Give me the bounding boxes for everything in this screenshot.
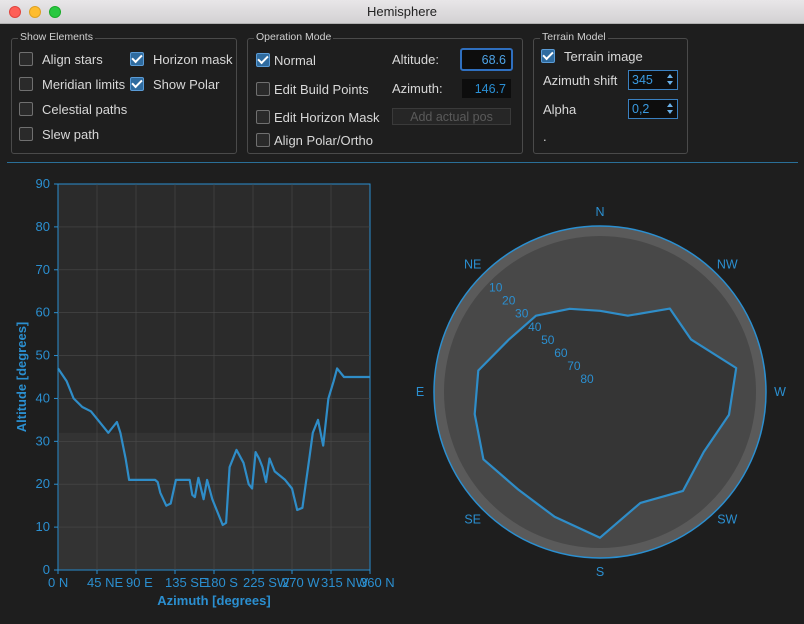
compass-label: SE xyxy=(464,512,481,526)
terrain-model-title: Terrain Model xyxy=(540,31,608,43)
align-stars-label: Align stars xyxy=(42,51,103,67)
y-tick-label: 40 xyxy=(36,390,50,405)
edit-build-points-checkbox[interactable]: Edit Build Points xyxy=(256,80,369,98)
slew-path-checkbox[interactable]: Slew path xyxy=(19,125,99,143)
azimuth-shift-spinbox[interactable]: 345 xyxy=(628,70,678,90)
terrain-image-checkbox[interactable]: Terrain image xyxy=(541,47,643,65)
show-polar-checkbox[interactable]: Show Polar xyxy=(130,75,219,93)
compass-label: E xyxy=(416,385,424,399)
edit-horizon-mask-label: Edit Horizon Mask xyxy=(274,109,380,125)
section-divider xyxy=(7,162,798,163)
y-tick-label: 20 xyxy=(36,476,50,491)
terrain-dot-label: . xyxy=(543,129,547,144)
x-tick-label: 180 S xyxy=(204,575,238,590)
x-tick-label: 135 SE xyxy=(165,575,208,590)
align-stars-checkbox[interactable]: Align stars xyxy=(19,50,103,68)
azimuth-shift-value: 345 xyxy=(632,73,653,87)
altitude-ring-label: 80 xyxy=(580,372,594,386)
normal-mode-label: Normal xyxy=(274,52,316,68)
altitude-ring-label: 40 xyxy=(528,320,542,334)
window-titlebar: Hemisphere xyxy=(0,0,804,24)
x-axis-label: Azimuth [degrees] xyxy=(157,593,270,608)
azimuth-shift-stepper[interactable] xyxy=(665,72,676,88)
altitude-ring-label: 10 xyxy=(489,281,503,295)
align-stars-box[interactable] xyxy=(19,52,33,66)
chevron-up-icon[interactable] xyxy=(665,101,676,109)
compass-label: NE xyxy=(464,258,481,272)
altitude-ring-label: 70 xyxy=(567,359,581,373)
x-tick-label: 270 W xyxy=(282,575,320,590)
add-actual-pos-button[interactable]: Add actual pos xyxy=(392,108,511,125)
edit-build-points-box[interactable] xyxy=(256,82,270,96)
edit-horizon-mask-box[interactable] xyxy=(256,110,270,124)
operation-mode-title: Operation Mode xyxy=(254,31,334,43)
meridian-limits-box[interactable] xyxy=(19,77,33,91)
normal-mode-checkbox[interactable]: Normal xyxy=(256,51,316,69)
horizon-mask-checkbox[interactable]: Horizon mask xyxy=(130,50,232,68)
align-polar-ortho-box[interactable] xyxy=(256,133,270,147)
slew-path-label: Slew path xyxy=(42,126,100,142)
y-tick-label: 80 xyxy=(36,219,50,234)
chevron-down-icon[interactable] xyxy=(665,80,676,88)
align-polar-ortho-checkbox[interactable]: Align Polar/Ortho xyxy=(256,131,373,149)
x-tick-label: 90 E xyxy=(126,575,153,590)
chevron-up-icon[interactable] xyxy=(665,72,676,80)
altitude-azimuth-chart[interactable]: 01020304050607080900 N 45 NE 90 E 135 SE180… xyxy=(0,170,400,615)
azimuth-label: Azimuth: xyxy=(392,81,443,96)
y-axis-label: Altitude [degrees] xyxy=(14,322,29,433)
meridian-limits-label: Meridian limits xyxy=(42,76,126,92)
edit-build-points-label: Edit Build Points xyxy=(274,81,369,97)
y-tick-label: 50 xyxy=(36,348,50,363)
compass-label: NW xyxy=(717,258,738,272)
altitude-label: Altitude: xyxy=(392,52,439,67)
celestial-paths-box[interactable] xyxy=(19,102,33,116)
x-tick-label: 45 NE xyxy=(87,575,123,590)
altitude-ring-label: 60 xyxy=(554,346,568,360)
altitude-ring-label: 50 xyxy=(541,333,555,347)
show-elements-title: Show Elements xyxy=(18,31,95,43)
x-tick-label: 360 N xyxy=(360,575,395,590)
terrain-image-box[interactable] xyxy=(541,49,555,63)
edit-horizon-mask-checkbox[interactable]: Edit Horizon Mask xyxy=(256,108,379,126)
alpha-stepper[interactable] xyxy=(665,101,676,117)
y-tick-label: 70 xyxy=(36,262,50,277)
polar-hemisphere-chart[interactable]: 1020304050607080 N NE E SE S SW W NW xyxy=(400,195,804,595)
celestial-paths-label: Celestial paths xyxy=(42,101,128,117)
altitude-ring-label: 30 xyxy=(515,307,529,321)
horizon-mask-label: Horizon mask xyxy=(153,51,233,67)
alpha-spinbox[interactable]: 0,2 xyxy=(628,99,678,119)
y-tick-label: 60 xyxy=(36,305,50,320)
show-polar-box[interactable] xyxy=(130,77,144,91)
y-tick-label: 30 xyxy=(36,433,50,448)
slew-path-box[interactable] xyxy=(19,127,33,141)
azimuth-field[interactable]: 146.7 xyxy=(462,79,511,98)
chevron-down-icon[interactable] xyxy=(665,109,676,117)
x-tick-label: 0 N xyxy=(48,575,68,590)
compass-label: SW xyxy=(717,512,737,526)
terrain-image-label: Terrain image xyxy=(564,48,643,64)
y-tick-label: 90 xyxy=(36,176,50,191)
compass-label: S xyxy=(596,565,604,579)
meridian-limits-checkbox[interactable]: Meridian limits xyxy=(19,75,125,93)
altitude-ring-label: 20 xyxy=(502,294,516,308)
alpha-value: 0,2 xyxy=(632,102,650,116)
normal-mode-box[interactable] xyxy=(256,53,270,67)
window-title: Hemisphere xyxy=(366,4,438,19)
y-tick-label: 10 xyxy=(36,519,50,534)
show-polar-label: Show Polar xyxy=(153,76,220,92)
align-polar-ortho-label: Align Polar/Ortho xyxy=(274,132,373,148)
celestial-paths-checkbox[interactable]: Celestial paths xyxy=(19,100,127,118)
alpha-label: Alpha xyxy=(543,102,577,117)
compass-label: N xyxy=(595,205,604,219)
azimuth-shift-label: Azimuth shift xyxy=(543,73,618,88)
compass-label: W xyxy=(774,385,786,399)
horizon-mask-box[interactable] xyxy=(130,52,144,66)
altitude-field[interactable]: 68.6 xyxy=(460,48,513,71)
